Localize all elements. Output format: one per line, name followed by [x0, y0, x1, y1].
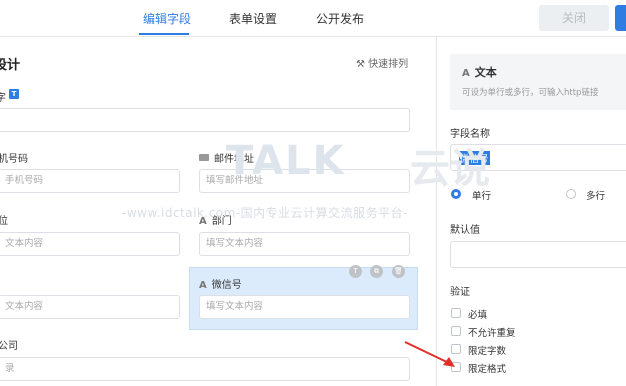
- text-type-icon: T: [9, 89, 19, 99]
- close-button[interactable]: 关闭: [539, 5, 609, 31]
- wechat-label-text: 微信号: [211, 280, 242, 291]
- checkbox-limit-format-label: 限定格式: [468, 364, 507, 375]
- radio-multi-line[interactable]: [566, 189, 576, 199]
- quick-sort-button[interactable]: ⚒ 快速排列: [356, 55, 408, 70]
- position-label: 位: [0, 216, 8, 227]
- field-type-desc: 可设为单行或多行，可输入http链接: [462, 88, 599, 98]
- save-button[interactable]: [615, 5, 626, 31]
- field-type-card: A 文本 可设为单行或多行，可输入http链接: [450, 54, 626, 110]
- tab-form-settings[interactable]: 表单设置: [229, 10, 277, 27]
- checkbox-unique-label: 不允许重复: [468, 328, 516, 339]
- default-value-input[interactable]: [450, 241, 626, 268]
- active-tab-indicator: [139, 33, 189, 35]
- selected-field-wechat[interactable]: T ⧉ 🗑 A 微信号 填写文本内容: [189, 265, 418, 330]
- phone-label: 机号码: [0, 154, 28, 165]
- watermark-brand-cn: 云说: [410, 146, 490, 192]
- company-label: 公司: [0, 341, 18, 352]
- type-tool-icon[interactable]: T: [349, 265, 362, 278]
- position-input[interactable]: 文本内容: [0, 232, 180, 256]
- checkbox-limit-length-label: 限定字数: [468, 346, 507, 357]
- text-a-icon: A: [199, 280, 207, 291]
- dept-input[interactable]: 填写文本内容: [199, 232, 410, 256]
- tab-edit-fields[interactable]: 编辑字段: [143, 10, 191, 27]
- panel-title: 设计: [0, 58, 21, 73]
- field-properties-panel: A 文本 可设为单行或多行，可输入http链接 字段名称 微信号 单行 多行 默认…: [437, 37, 626, 386]
- field-type-title: A 文本: [462, 64, 497, 80]
- copy-icon[interactable]: ⧉: [370, 265, 383, 278]
- top-bar: 编辑字段 表单设置 公开发布 关闭: [0, 0, 626, 37]
- checkbox-required[interactable]: [451, 308, 461, 318]
- checkbox-unique[interactable]: [451, 326, 461, 336]
- text-a-icon: A: [462, 68, 470, 79]
- text-input[interactable]: [0, 108, 410, 132]
- wechat-label: A 微信号: [199, 276, 242, 291]
- annotation-arrow-icon: [404, 341, 455, 367]
- phone-input[interactable]: 手机号码: [0, 169, 180, 193]
- field-type-text: 文本: [474, 66, 497, 79]
- field5-input[interactable]: 文本内容: [0, 295, 180, 319]
- tab-publish[interactable]: 公开发布: [316, 10, 364, 27]
- default-value-label: 默认值: [450, 225, 480, 236]
- validation-label: 验证: [450, 287, 470, 298]
- watermark-brand: TALK: [226, 138, 346, 184]
- wand-icon: ⚒: [356, 59, 369, 70]
- wechat-input[interactable]: 填写文本内容: [199, 295, 410, 319]
- checkbox-required-label: 必填: [468, 310, 488, 321]
- watermark-url: -www.idctalk.com-国内专业云计算交流服务平台-: [122, 206, 408, 220]
- field-label: 字: [0, 93, 6, 104]
- radio-multi-label: 多行: [586, 191, 606, 202]
- mail-icon: [199, 154, 209, 161]
- company-input[interactable]: 录: [0, 357, 410, 381]
- delete-icon[interactable]: 🗑: [392, 265, 405, 278]
- quick-sort-label: 快速排列: [368, 59, 409, 70]
